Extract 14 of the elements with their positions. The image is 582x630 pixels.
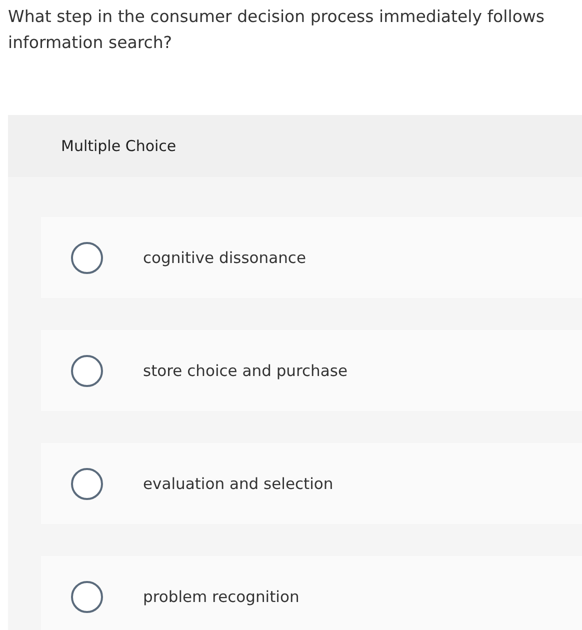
answer-option[interactable]: evaluation and selection (41, 443, 582, 524)
option-label: cognitive dissonance (143, 248, 306, 266)
radio-button[interactable] (71, 468, 103, 500)
radio-button[interactable] (71, 580, 103, 612)
option-label: problem recognition (143, 588, 300, 606)
radio-button[interactable] (71, 242, 103, 274)
answer-option[interactable]: cognitive dissonance (41, 217, 582, 298)
answer-option[interactable]: store choice and purchase (41, 330, 582, 411)
option-label: evaluation and selection (143, 474, 334, 492)
question-text: What step in the consumer decision process immediately follows information search? (7, 6, 546, 54)
answer-option[interactable]: problem recognition (41, 556, 582, 630)
panel-title: Multiple Choice (61, 137, 176, 155)
option-label: store choice and purchase (143, 362, 348, 380)
radio-button[interactable] (71, 354, 103, 386)
